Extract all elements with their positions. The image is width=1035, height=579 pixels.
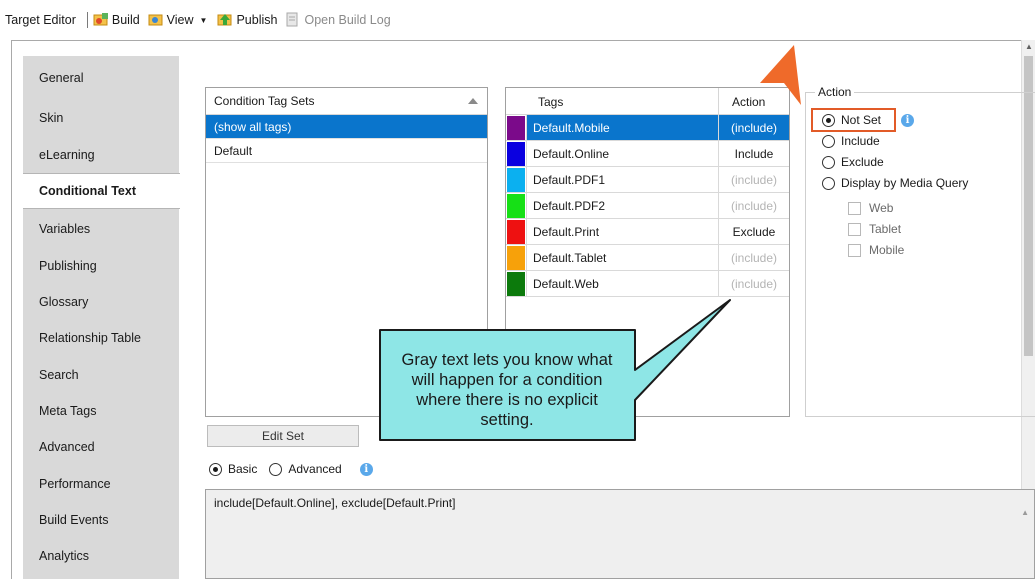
tag-color-swatch xyxy=(507,194,525,218)
tag-color-swatch xyxy=(507,168,525,192)
tag-name: Default.Print xyxy=(526,219,718,244)
view-button[interactable]: View ▼ xyxy=(148,12,210,28)
table-row[interactable]: Default.Online Include xyxy=(506,141,789,167)
build-button[interactable]: Build xyxy=(93,12,140,28)
tab-publishing[interactable]: Publishing xyxy=(23,248,179,284)
tab-analytics[interactable]: Analytics xyxy=(23,538,179,574)
tab-build-events[interactable]: Build Events xyxy=(23,502,179,538)
table-row[interactable]: Default.PDF2 (include) xyxy=(506,193,789,219)
tags-table-body: Default.Mobile (include) Default.Online Inc… xyxy=(506,115,789,297)
radio-media-query[interactable]: Display by Media Query xyxy=(822,176,968,190)
condition-expression-box[interactable]: include[Default.Online], exclude[Default… xyxy=(205,489,1035,579)
radio-include-indicator[interactable] xyxy=(822,134,835,148)
checkbox-tablet[interactable]: Tablet xyxy=(848,222,901,236)
tab-skin[interactable]: Skin xyxy=(23,100,179,136)
toolbar: Target Editor Build View ▼ Publish Open … xyxy=(0,0,1035,40)
action-group-legend: Action xyxy=(815,85,855,99)
radio-include-label: Include xyxy=(841,134,880,148)
tag-name: Default.Mobile xyxy=(526,115,718,140)
radio-include[interactable]: Include xyxy=(822,134,880,148)
tag-color-swatch xyxy=(507,246,525,270)
tab-elearning[interactable]: eLearning xyxy=(23,137,179,173)
checkbox-tablet-box[interactable] xyxy=(848,222,861,236)
toolbar-divider xyxy=(86,12,88,28)
radio-advanced[interactable] xyxy=(269,462,283,476)
checkbox-mobile-box[interactable] xyxy=(848,243,861,257)
tag-name: Default.PDF1 xyxy=(526,167,718,192)
list-item[interactable]: Default xyxy=(206,139,487,163)
tag-color-swatch xyxy=(507,116,525,140)
table-row[interactable]: Default.Print Exclude xyxy=(506,219,789,245)
checkbox-tablet-label: Tablet xyxy=(869,222,902,236)
expression-scroll-up-icon[interactable]: ▲ xyxy=(1021,508,1029,517)
mode-info-icon[interactable]: i xyxy=(359,462,373,476)
settings-tabs: General Skin eLearning Conditional Text … xyxy=(23,56,180,579)
radio-not-set[interactable]: Not Set i xyxy=(822,113,915,127)
callout-text: Gray text lets you know what will happen… xyxy=(401,351,613,429)
tab-general[interactable]: General xyxy=(23,60,179,96)
open-build-log-label: Open Build Log xyxy=(304,13,391,27)
tag-action[interactable]: (include) xyxy=(718,115,789,140)
tab-glossary[interactable]: Glossary xyxy=(23,284,179,320)
radio-basic[interactable] xyxy=(209,462,222,476)
tab-performance[interactable]: Performance xyxy=(23,466,179,502)
tab-advanced[interactable]: Advanced xyxy=(23,429,179,465)
radio-media-query-label: Display by Media Query xyxy=(841,176,969,190)
table-row[interactable]: Default.PDF1 (include) xyxy=(506,167,789,193)
condition-tag-sets-header-label: Condition Tag Sets xyxy=(214,94,315,108)
tags-table-header: Tags Action xyxy=(506,88,789,115)
list-item[interactable]: (show all tags) xyxy=(206,115,487,139)
sort-ascending-icon xyxy=(468,98,478,104)
checkbox-web-label: Web xyxy=(869,201,894,215)
tag-name: Default.PDF2 xyxy=(526,193,718,218)
tag-color-swatch xyxy=(507,220,525,244)
edit-set-button[interactable]: Edit Set xyxy=(207,425,359,447)
tab-meta-tags[interactable]: Meta Tags xyxy=(23,393,179,429)
radio-exclude-indicator[interactable] xyxy=(822,155,835,169)
checkbox-web-box[interactable] xyxy=(848,201,861,215)
radio-basic-label: Basic xyxy=(228,462,258,476)
build-log-icon xyxy=(285,12,301,28)
build-label: Build xyxy=(111,13,140,27)
table-row[interactable]: Default.Mobile (include) xyxy=(506,115,789,141)
radio-exclude-label: Exclude xyxy=(841,155,884,169)
tab-search[interactable]: Search xyxy=(23,357,179,393)
checkbox-web[interactable]: Web xyxy=(848,201,893,215)
tab-variables[interactable]: Variables xyxy=(23,211,179,247)
view-label: View xyxy=(166,13,194,27)
view-icon xyxy=(148,12,164,28)
view-dropdown-icon[interactable]: ▼ xyxy=(200,16,208,25)
tag-action[interactable]: (include) xyxy=(718,245,789,270)
tag-name: Default.Tablet xyxy=(526,245,718,270)
publish-label: Publish xyxy=(236,13,278,27)
column-divider xyxy=(718,88,719,115)
tags-column-header[interactable]: Tags xyxy=(538,95,563,109)
radio-advanced-label: Advanced xyxy=(288,462,342,476)
expression-mode: Basic Advanced i xyxy=(209,462,373,476)
tag-action[interactable]: Exclude xyxy=(718,219,789,244)
publish-icon xyxy=(217,12,233,28)
build-icon xyxy=(93,12,109,28)
tag-name: Default.Online xyxy=(526,141,718,166)
checkbox-mobile[interactable]: Mobile xyxy=(848,243,904,257)
condition-tag-sets-header[interactable]: Condition Tag Sets xyxy=(206,88,487,115)
open-build-log-button[interactable]: Open Build Log xyxy=(285,12,391,28)
info-icon[interactable]: i xyxy=(901,113,915,127)
checkbox-mobile-label: Mobile xyxy=(869,243,905,257)
radio-not-set-indicator[interactable] xyxy=(822,113,835,127)
scroll-up-icon[interactable]: ▲ xyxy=(1025,42,1033,51)
radio-not-set-label: Not Set xyxy=(841,113,882,127)
tab-conditional-text[interactable]: Conditional Text xyxy=(23,173,180,209)
tag-action[interactable]: (include) xyxy=(718,167,789,192)
tag-action[interactable]: (include) xyxy=(718,193,789,218)
radio-media-query-indicator[interactable] xyxy=(822,176,835,190)
editor-title: Target Editor xyxy=(5,13,76,27)
radio-exclude[interactable]: Exclude xyxy=(822,155,884,169)
table-row[interactable]: Default.Tablet (include) xyxy=(506,245,789,271)
publish-button[interactable]: Publish xyxy=(217,12,277,28)
pointer-arrow-icon xyxy=(760,45,801,105)
tab-relationship-table[interactable]: Relationship Table xyxy=(23,320,179,356)
tag-action[interactable]: Include xyxy=(718,141,789,166)
tag-color-swatch xyxy=(507,142,525,166)
